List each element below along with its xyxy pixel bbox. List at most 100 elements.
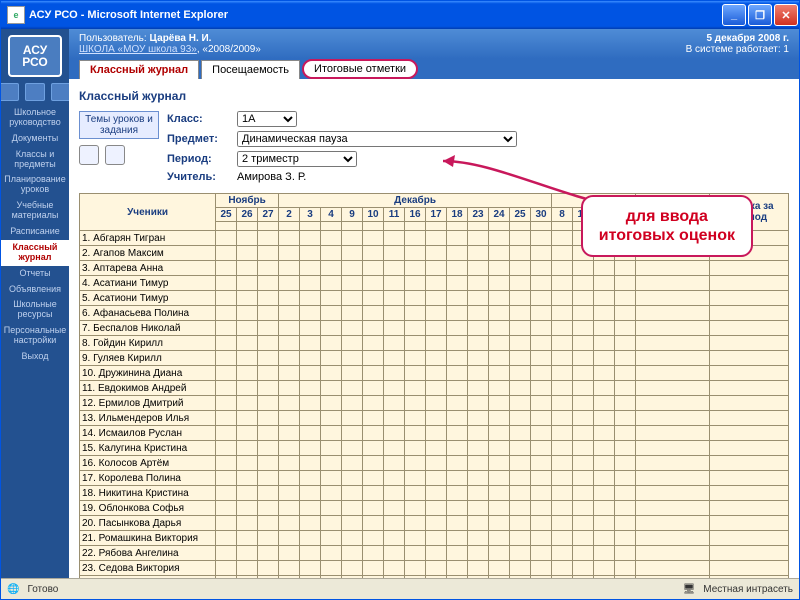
grade-cell[interactable] <box>426 426 447 441</box>
grade-cell[interactable] <box>405 336 426 351</box>
grade-cell[interactable] <box>468 426 489 441</box>
grade-cell[interactable] <box>573 351 594 366</box>
grade-cell[interactable] <box>615 546 636 561</box>
grade-cell[interactable] <box>279 471 300 486</box>
sidebar-item-9[interactable]: Школьные ресурсы <box>1 297 69 323</box>
grade-cell[interactable] <box>426 291 447 306</box>
grade-cell[interactable] <box>300 486 321 501</box>
period-select[interactable]: 2 триместр <box>237 151 357 167</box>
grade-cell[interactable] <box>531 456 552 471</box>
grade-cell[interactable] <box>363 456 384 471</box>
grade-cell[interactable] <box>405 576 426 579</box>
grade-cell[interactable] <box>363 381 384 396</box>
grade-cell[interactable] <box>237 231 258 246</box>
grade-cell[interactable] <box>321 396 342 411</box>
grade-cell[interactable] <box>573 366 594 381</box>
grade-cell[interactable] <box>426 501 447 516</box>
grade-cell[interactable] <box>552 336 573 351</box>
sidebar-item-10[interactable]: Персональные настройки <box>1 323 69 349</box>
grade-cell[interactable] <box>237 516 258 531</box>
grade-cell[interactable] <box>552 291 573 306</box>
grade-cell[interactable] <box>489 516 510 531</box>
grade-cell[interactable] <box>552 261 573 276</box>
grade-cell[interactable] <box>489 411 510 426</box>
grade-cell[interactable] <box>531 411 552 426</box>
grade-cell[interactable] <box>552 411 573 426</box>
grade-cell[interactable] <box>258 516 279 531</box>
grade-cell[interactable] <box>237 246 258 261</box>
grade-cell[interactable] <box>405 291 426 306</box>
sidebar-item-8[interactable]: Объявления <box>1 282 69 298</box>
grade-cell[interactable] <box>468 441 489 456</box>
grade-cell[interactable] <box>363 366 384 381</box>
grade-cell[interactable] <box>489 426 510 441</box>
grade-cell[interactable] <box>531 426 552 441</box>
grade-cell[interactable] <box>384 531 405 546</box>
grade-cell[interactable] <box>300 516 321 531</box>
grade-cell[interactable] <box>405 396 426 411</box>
grade-cell[interactable] <box>489 261 510 276</box>
grade-cell[interactable] <box>531 561 552 576</box>
grade-cell[interactable] <box>342 336 363 351</box>
grade-cell[interactable] <box>363 351 384 366</box>
grade-cell[interactable] <box>300 411 321 426</box>
grade-cell[interactable] <box>552 321 573 336</box>
grade-cell[interactable] <box>279 291 300 306</box>
grade-cell[interactable] <box>300 441 321 456</box>
grade-cell[interactable] <box>363 396 384 411</box>
grade-cell[interactable] <box>426 486 447 501</box>
grade-cell[interactable] <box>300 276 321 291</box>
grade-cell[interactable] <box>216 516 237 531</box>
grade-cell[interactable] <box>216 381 237 396</box>
grade-cell[interactable] <box>300 531 321 546</box>
grade-cell[interactable] <box>363 501 384 516</box>
grade-cell[interactable] <box>300 306 321 321</box>
grade-cell[interactable] <box>405 501 426 516</box>
grade-cell[interactable] <box>384 426 405 441</box>
grade-cell[interactable] <box>300 336 321 351</box>
grade-cell[interactable] <box>531 381 552 396</box>
grade-cell[interactable] <box>384 246 405 261</box>
grade-cell[interactable] <box>573 531 594 546</box>
grade-cell[interactable] <box>615 516 636 531</box>
grade-cell[interactable] <box>216 366 237 381</box>
grade-cell[interactable] <box>573 276 594 291</box>
grade-cell[interactable] <box>237 291 258 306</box>
grade-cell[interactable] <box>363 561 384 576</box>
grade-cell[interactable] <box>615 366 636 381</box>
grade-cell[interactable] <box>615 396 636 411</box>
grade-cell[interactable] <box>342 531 363 546</box>
grade-cell[interactable] <box>216 276 237 291</box>
grade-cell[interactable] <box>510 306 531 321</box>
grade-cell[interactable] <box>279 516 300 531</box>
grade-cell[interactable] <box>489 531 510 546</box>
header-school-link[interactable]: ШКОЛА «МОУ школа 93» <box>79 44 197 55</box>
grade-cell[interactable] <box>216 456 237 471</box>
grade-cell[interactable] <box>216 261 237 276</box>
grade-cell[interactable] <box>363 471 384 486</box>
grade-cell[interactable] <box>489 246 510 261</box>
grade-cell[interactable] <box>447 291 468 306</box>
grade-cell[interactable] <box>573 546 594 561</box>
grade-cell[interactable] <box>489 501 510 516</box>
grade-cell[interactable] <box>426 441 447 456</box>
grade-cell[interactable] <box>258 561 279 576</box>
grade-cell[interactable] <box>531 441 552 456</box>
grade-cell[interactable] <box>321 351 342 366</box>
grade-cell[interactable] <box>237 441 258 456</box>
sidebar-item-3[interactable]: Планирование уроков <box>1 172 69 198</box>
grade-cell[interactable] <box>279 306 300 321</box>
grade-cell[interactable] <box>552 516 573 531</box>
grade-cell[interactable] <box>489 336 510 351</box>
grade-cell[interactable] <box>300 366 321 381</box>
grade-cell[interactable] <box>531 501 552 516</box>
grade-cell[interactable] <box>531 276 552 291</box>
help-icon[interactable] <box>51 83 71 101</box>
grade-cell[interactable] <box>510 246 531 261</box>
grade-cell[interactable] <box>216 486 237 501</box>
grade-cell[interactable] <box>279 576 300 579</box>
grade-cell[interactable] <box>426 456 447 471</box>
close-button[interactable]: ✕ <box>774 4 798 26</box>
grade-cell[interactable] <box>615 381 636 396</box>
grade-cell[interactable] <box>426 336 447 351</box>
